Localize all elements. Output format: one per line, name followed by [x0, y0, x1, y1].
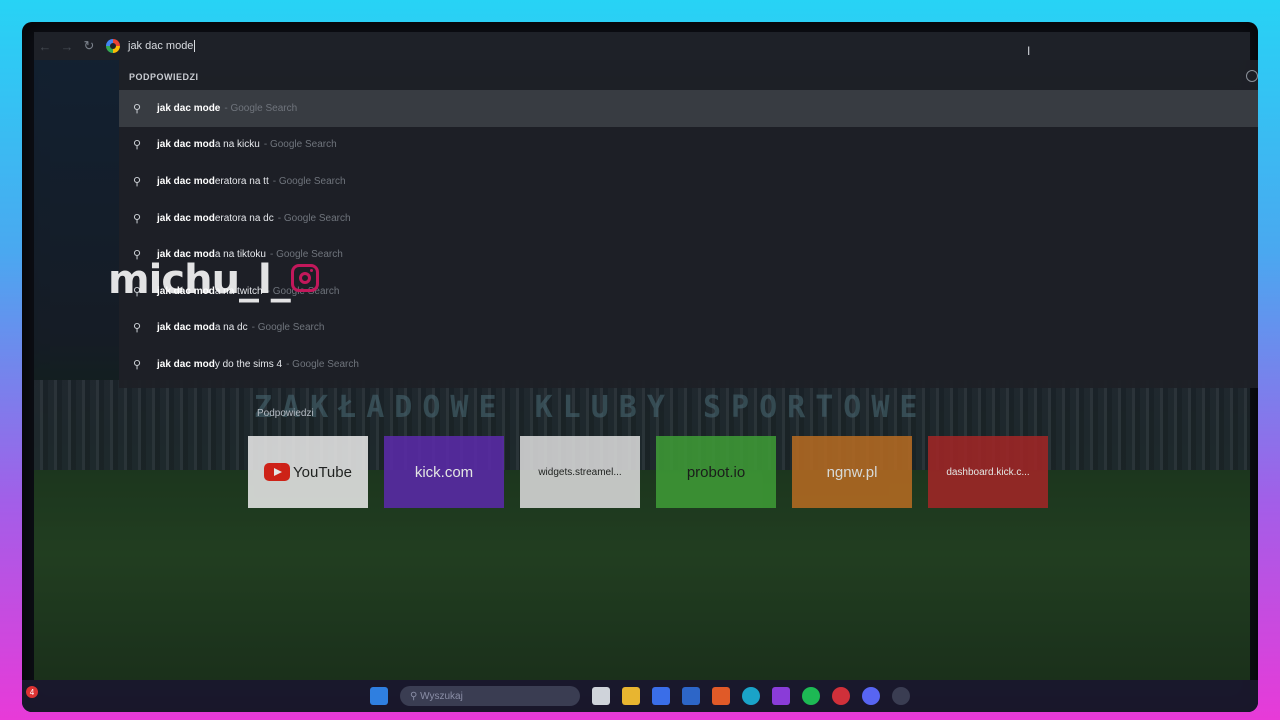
suggestions-list: ⚲ jak dac mode - Google Search ⚲ jak dac mo… — [119, 90, 1258, 383]
suggestion-match: jak dac mod — [157, 322, 215, 334]
suggestion-engine: - Google Search — [263, 139, 337, 151]
app-cube-icon[interactable] — [682, 687, 700, 705]
windows-taskbar: ⚲ Wyszukaj — [22, 680, 1258, 712]
discord-icon[interactable] — [862, 687, 880, 705]
notification-badge[interactable]: 4 — [26, 686, 38, 698]
taskbar-search[interactable]: ⚲ Wyszukaj — [400, 686, 580, 706]
suggestion-rest: y do the sims 4 — [214, 358, 283, 370]
suggestion-match: jak dac mod — [157, 139, 215, 151]
search-icon: ⚲ — [133, 358, 142, 371]
reload-icon: ↻ — [83, 38, 95, 53]
google-icon — [106, 39, 120, 53]
speed-dial-kick[interactable]: kick.com — [384, 436, 504, 508]
ibeam-cursor-icon: I — [1027, 44, 1031, 58]
suggestion-engine: - Google Search — [286, 358, 359, 370]
speed-dial-dashboard-kick[interactable]: dashboard.kick.c... — [928, 436, 1048, 508]
speed-dial-label: widgets.streamel... — [538, 466, 622, 478]
suggestion-item[interactable]: ⚲ jak dac mod a na dc - Google Search — [119, 310, 1258, 347]
steam-icon[interactable] — [892, 687, 910, 705]
speed-dial-probot[interactable]: probot.io — [656, 436, 776, 508]
suggestion-match: jak dac mod — [157, 175, 215, 187]
spotify-icon[interactable] — [802, 687, 820, 705]
search-icon: ⚲ — [133, 212, 142, 225]
speed-dial-widgets[interactable]: widgets.streamel... — [520, 436, 640, 508]
streamer-watermark: michu_l_ — [108, 257, 291, 303]
search-icon: ⚲ — [133, 322, 142, 335]
suggestion-engine: - Google Search — [224, 102, 298, 114]
suggestion-item[interactable]: ⚲ jak dac mod y do the sims 4- Google Sear… — [119, 346, 1258, 383]
arrow-left-icon: ← — [38, 38, 52, 54]
suggestion-item[interactable]: ⚲ jak dac mod a na kicku - Google Search — [119, 127, 1258, 164]
reload-button[interactable]: ↻ — [78, 35, 100, 57]
windows-start-icon[interactable] — [370, 687, 388, 705]
browser-toolbar: ← → ↻ jak dac mode — [34, 32, 1250, 60]
speed-dial-section-label: Podpowiedzi — [257, 408, 314, 419]
suggestion-item[interactable]: ⚲ jak dac mod eratora na tt - Google Search — [119, 163, 1258, 200]
search-icon: ⚲ — [133, 175, 142, 188]
suggestion-match: jak dac mod — [157, 212, 215, 224]
taskbar-search-placeholder: Wyszukaj — [420, 690, 463, 702]
screen: ← → ↻ jak dac mode I ZAKŁADOWE KLUBY SPO… — [22, 22, 1258, 712]
suggestion-rest: eratora na dc — [214, 212, 274, 224]
address-bar-text[interactable]: jak dac mode — [128, 40, 193, 52]
new-tab-page: ZAKŁADOWE KLUBY SPORTOWE Podpowiedzi You… — [34, 60, 1258, 680]
speed-dial-label: dashboard.kick.c... — [946, 466, 1030, 478]
opera-icon[interactable] — [832, 687, 850, 705]
search-icon: ⚲ — [410, 690, 421, 702]
task-view-icon[interactable] — [592, 687, 610, 705]
suggestion-item[interactable]: ⚲ jak dac mode - Google Search — [119, 90, 1258, 127]
edge-icon[interactable] — [742, 687, 760, 705]
speed-dial-label: probot.io — [686, 463, 746, 481]
speed-dial-label: ngnw.pl — [826, 463, 878, 481]
suggestion-engine: - Google Search — [272, 175, 346, 187]
suggestion-item[interactable]: ⚲ jak dac mod eratora na dc - Google Search — [119, 200, 1258, 237]
suggestions-dropdown: PODPOWIEDZI ⚲ jak dac mode - Google Search… — [119, 60, 1258, 388]
suggestion-rest: eratora na tt — [214, 175, 269, 187]
suggestion-match: jak dac mode — [157, 102, 221, 114]
instagram-icon — [291, 264, 319, 292]
back-button[interactable]: ← — [34, 35, 56, 57]
speed-dial-ngnw[interactable]: ngnw.pl — [792, 436, 912, 508]
suggestion-engine: - Google Search — [277, 212, 351, 224]
search-icon: ⚲ — [133, 102, 142, 115]
speed-dial-youtube[interactable]: YouTube — [248, 436, 368, 508]
file-explorer-icon[interactable] — [622, 687, 640, 705]
suggestion-engine: - Google Search — [251, 322, 325, 334]
address-bar[interactable]: jak dac mode — [106, 34, 1250, 58]
settings-icon[interactable] — [1246, 70, 1258, 82]
speed-dial-label: YouTube — [293, 463, 352, 481]
speed-dial-grid: YouTube kick.com widgets.streamel... pro… — [248, 436, 1048, 508]
speed-dial-label: kick.com — [414, 463, 474, 481]
media-icon[interactable] — [772, 687, 790, 705]
search-icon: ⚲ — [133, 139, 142, 152]
forward-button[interactable]: → — [56, 35, 78, 57]
suggestion-rest: a na dc — [214, 322, 248, 334]
vscode-icon[interactable] — [652, 687, 670, 705]
suggestion-match: jak dac mod — [157, 358, 215, 370]
office-icon[interactable] — [712, 687, 730, 705]
arrow-right-icon: → — [60, 38, 74, 54]
suggestions-header: PODPOWIEDZI — [129, 72, 199, 82]
youtube-play-icon — [264, 463, 291, 481]
text-caret — [194, 40, 196, 52]
suggestion-rest: a na kicku — [214, 139, 260, 151]
